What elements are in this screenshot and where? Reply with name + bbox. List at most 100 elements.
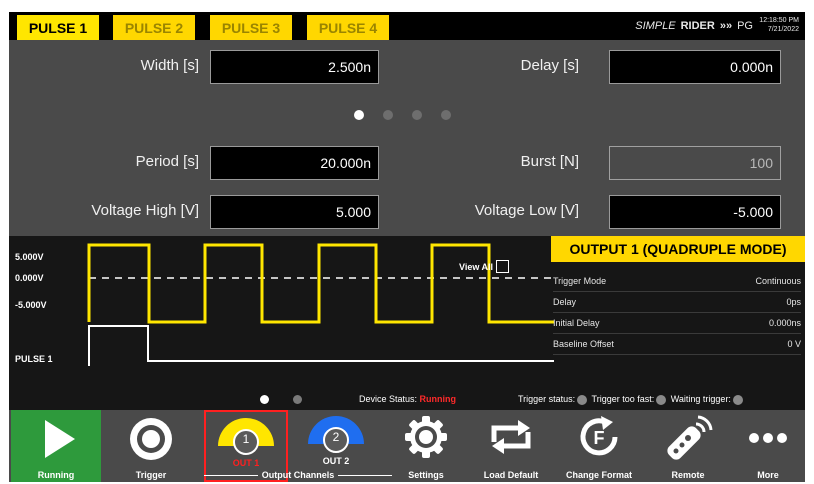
pulse-trace <box>88 325 554 366</box>
info-row-delay: Delay 0ps <box>553 291 801 313</box>
change-format-button[interactable]: F Change Format <box>557 410 641 482</box>
status-page-dot-1[interactable] <box>260 395 269 404</box>
tab-pulse-3[interactable]: PULSE 3 <box>210 15 292 40</box>
info-label: Baseline Offset <box>553 338 614 349</box>
period-unit: n <box>363 155 371 171</box>
trigger-too-fast-led-icon <box>656 394 667 405</box>
device-status-label: Device Status: <box>359 394 418 404</box>
burst-label: Burst [N] <box>520 153 579 170</box>
voltage-low-label: Voltage Low [V] <box>474 202 579 219</box>
brand-pg: PG <box>737 20 753 32</box>
out2-label: OUT 2 <box>322 456 350 466</box>
trigger-status-led-icon <box>577 394 588 405</box>
delay-value: 0.000 <box>730 59 766 75</box>
label-high: 5.000V <box>15 252 44 262</box>
bottom-toolbar: Running Trigger 1 OUT 1 2 OUT 2 Output C… <box>9 410 805 482</box>
page-dot-2[interactable] <box>383 110 393 120</box>
trigger-indicators: Trigger status: Trigger too fast: Waitin… <box>518 394 745 405</box>
divider-line <box>204 474 258 476</box>
width-unit: n <box>363 59 371 75</box>
tab-pulse-4[interactable]: PULSE 4 <box>307 15 389 40</box>
app-window: PULSE 1 PULSE 2 PULSE 3 PULSE 4 SIMPLE R… <box>9 12 805 482</box>
width-field[interactable]: 2.500 n <box>210 50 379 84</box>
divider-line <box>338 474 392 476</box>
burst-value: 100 <box>749 155 773 171</box>
clock-date: 7/21/2022 <box>767 26 799 33</box>
clock: 12:18:50 PM 7/21/2022 <box>759 16 799 34</box>
trigger-label: Trigger <box>135 470 167 480</box>
more-button[interactable]: More <box>733 410 803 482</box>
refresh-icon <box>491 420 531 454</box>
burst-field[interactable]: 100 <box>609 146 781 180</box>
page-dot-4[interactable] <box>441 110 451 120</box>
delay-field[interactable]: 0.000 n <box>609 50 781 84</box>
view-all-checkbox[interactable] <box>496 260 510 273</box>
page-indicator <box>354 110 451 120</box>
settings-label: Settings <box>408 470 444 480</box>
info-row-trigger-mode: Trigger Mode Continuous <box>553 270 801 292</box>
signal-waveform <box>87 243 554 324</box>
status-bar: Device Status: Running Trigger status: T… <box>9 390 805 410</box>
trigger-too-fast-label: Trigger too fast: <box>591 394 655 404</box>
width-label: Width [s] <box>140 57 199 74</box>
tab-bar: PULSE 1 PULSE 2 PULSE 3 PULSE 4 SIMPLE R… <box>9 12 805 40</box>
output-channels-label: Output Channels <box>261 470 335 480</box>
target-icon <box>130 418 172 460</box>
brand-logo: SIMPLE RIDER »» PG <box>635 20 753 32</box>
tab-pulse-2[interactable]: PULSE 2 <box>113 15 195 40</box>
period-field[interactable]: 20.000 n <box>210 146 379 180</box>
delay-label: Delay [s] <box>520 57 579 74</box>
out1-number: 1 <box>242 432 250 446</box>
svg-text:F: F <box>594 428 605 448</box>
info-row-initial-delay: Initial Delay 0.000ns <box>553 312 801 334</box>
info-label: Initial Delay <box>553 317 600 328</box>
change-format-label: Change Format <box>565 470 632 480</box>
running-label: Running <box>37 470 75 480</box>
out2-number: 2 <box>332 430 340 444</box>
info-value: 0ps <box>786 296 801 307</box>
waiting-trigger-led-icon <box>732 394 743 405</box>
width-value: 2.500 <box>328 59 364 75</box>
pulse-parameters: Width [s] 2.500 n Delay [s] 0.000 n Period… <box>9 40 805 236</box>
output-header: OUTPUT 1 (QUADRUPLE MODE) <box>551 236 805 262</box>
gear-icon <box>405 416 447 458</box>
period-label: Period [s] <box>135 153 199 170</box>
tab-pulse-1[interactable]: PULSE 1 <box>17 15 99 40</box>
page-dot-3[interactable] <box>412 110 422 120</box>
view-all-label: View All <box>459 261 494 272</box>
trigger-status-label: Trigger status: <box>518 394 576 404</box>
brand-simple: SIMPLE <box>635 20 676 32</box>
load-default-button[interactable]: Load Default <box>471 410 551 482</box>
info-value: 0.000ns <box>768 317 801 328</box>
info-row-baseline-offset: Baseline Offset 0 V <box>553 333 801 355</box>
trigger-button[interactable]: Trigger <box>106 410 196 482</box>
load-default-label: Load Default <box>483 470 539 480</box>
device-status-value: Running <box>419 394 457 404</box>
brand-rider: RIDER <box>680 20 715 32</box>
info-value: 0 V <box>787 338 801 349</box>
info-label: Trigger Mode <box>553 275 607 286</box>
voltage-low-field[interactable]: -5.000 <box>609 195 781 229</box>
voltage-low-value: -5.000 <box>733 204 773 220</box>
delay-unit: n <box>765 59 773 75</box>
device-status: Device Status: Running <box>359 394 456 404</box>
status-page-dot-2[interactable] <box>293 395 302 404</box>
play-icon <box>45 420 75 458</box>
info-label: Delay <box>553 296 577 307</box>
more-icon <box>749 433 787 443</box>
settings-button[interactable]: Settings <box>391 410 461 482</box>
label-pulse: PULSE 1 <box>15 354 53 364</box>
voltage-high-label: Voltage High [V] <box>91 202 199 219</box>
voltage-high-field[interactable]: 5.000 <box>210 195 379 229</box>
output-channels-group-label: Output Channels <box>204 470 392 480</box>
label-zero: 0.000V <box>15 273 44 283</box>
format-icon: F <box>580 416 618 456</box>
view-all-toggle[interactable]: View All <box>459 260 510 273</box>
out1-label: OUT 1 <box>232 458 260 468</box>
remote-button[interactable]: Remote <box>653 410 723 482</box>
period-value: 20.000 <box>320 155 364 171</box>
voltage-high-value: 5.000 <box>335 204 371 220</box>
remote-label: Remote <box>671 470 705 480</box>
running-button[interactable]: Running <box>11 410 101 482</box>
page-dot-1[interactable] <box>354 110 364 120</box>
